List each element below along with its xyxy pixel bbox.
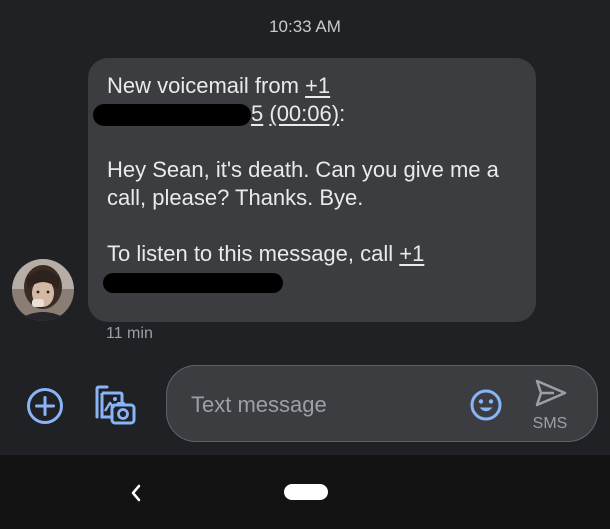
message-relative-time: 11 min <box>106 325 153 342</box>
back-icon <box>131 484 141 502</box>
listen-instructions: To listen to this message, call +1 <box>107 240 518 268</box>
redacted-phone-number <box>93 104 251 127</box>
add-photo-icon <box>95 385 136 425</box>
listen-instructions-text: To listen to this message, call <box>107 241 400 266</box>
send-icon <box>535 379 567 407</box>
voicemail-duration-link[interactable]: (00:06) <box>269 101 339 126</box>
voicemail-message-bubble[interactable]: New voicemail from +1 5 (00:06): Hey Sea… <box>88 58 536 322</box>
voicemail-header-line-2: 5 (00:06): <box>93 100 518 128</box>
message-input[interactable] <box>191 390 451 420</box>
compose-bar: SMS <box>166 365 598 442</box>
redacted-access-number <box>103 273 283 294</box>
home-button[interactable] <box>284 484 328 500</box>
conversation-timestamp: 10:33 AM <box>269 17 341 36</box>
voicemail-access-number-link[interactable]: +1 <box>399 241 424 266</box>
voicemail-transcript: Hey Sean, it's death. Can you give me a … <box>107 157 499 210</box>
add-circle-icon <box>27 388 63 424</box>
send-type-label: SMS <box>532 415 568 432</box>
contact-avatar[interactable] <box>12 259 74 321</box>
caller-number-link[interactable]: +1 <box>305 73 330 98</box>
system-navigation-bar <box>0 455 610 529</box>
caller-number-tail[interactable]: 5 <box>251 101 263 126</box>
voicemail-intro-text: New voicemail from <box>107 73 306 98</box>
listen-number-line <box>103 268 518 296</box>
send-sms-button[interactable]: SMS <box>519 376 581 436</box>
back-button[interactable] <box>124 480 148 506</box>
attach-photo-button[interactable] <box>93 383 137 427</box>
emoji-button[interactable] <box>469 388 503 422</box>
header-colon: : <box>339 101 346 126</box>
add-attachment-button[interactable] <box>25 386 65 426</box>
emoji-icon <box>470 389 502 421</box>
voicemail-header-line-1: New voicemail from +1 <box>107 72 518 100</box>
